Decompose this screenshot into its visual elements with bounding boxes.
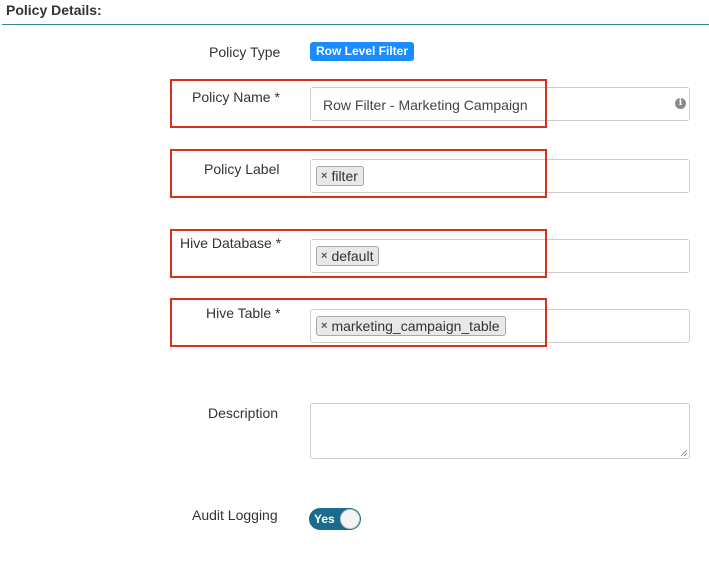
remove-tag-icon[interactable]: ×	[321, 247, 327, 265]
toggle-knob	[340, 509, 360, 529]
resize-grip-icon[interactable]	[680, 449, 688, 457]
remove-tag-icon[interactable]: ×	[321, 167, 327, 185]
section-divider	[2, 24, 709, 25]
policy-label-tag: × filter	[316, 166, 364, 186]
hive-database-tag: × default	[316, 246, 380, 266]
policy-label-label: Policy Label	[204, 161, 280, 177]
tag-text: filter	[331, 168, 358, 184]
section-title: Policy Details:	[6, 2, 102, 18]
hive-table-tag: × marketing_campaign_table	[316, 316, 506, 336]
description-label: Description	[208, 405, 279, 421]
tag-text: marketing_campaign_table	[331, 318, 500, 334]
toggle-text: Yes	[314, 512, 335, 526]
audit-logging-label: Audit Logging	[192, 507, 278, 523]
policy-name-input[interactable]: Row Filter - Marketing Campaign i	[310, 87, 690, 121]
audit-logging-toggle[interactable]: Yes	[309, 508, 361, 530]
hive-database-input[interactable]: × default	[310, 239, 690, 273]
policy-name-label: Policy Name *	[192, 89, 280, 105]
description-textarea[interactable]	[310, 403, 690, 459]
hive-table-input[interactable]: × marketing_campaign_table	[310, 309, 690, 343]
policy-type-badge: Row Level Filter	[310, 42, 415, 61]
policy-type-label: Policy Type	[209, 44, 281, 60]
policy-label-input[interactable]: × filter	[310, 159, 690, 193]
policy-name-value: Row Filter - Marketing Campaign	[323, 97, 528, 113]
hive-database-label: Hive Database *	[180, 235, 282, 251]
hive-table-label: Hive Table *	[206, 305, 281, 321]
info-icon[interactable]: i	[675, 98, 686, 109]
remove-tag-icon[interactable]: ×	[321, 317, 327, 335]
tag-text: default	[331, 248, 374, 264]
